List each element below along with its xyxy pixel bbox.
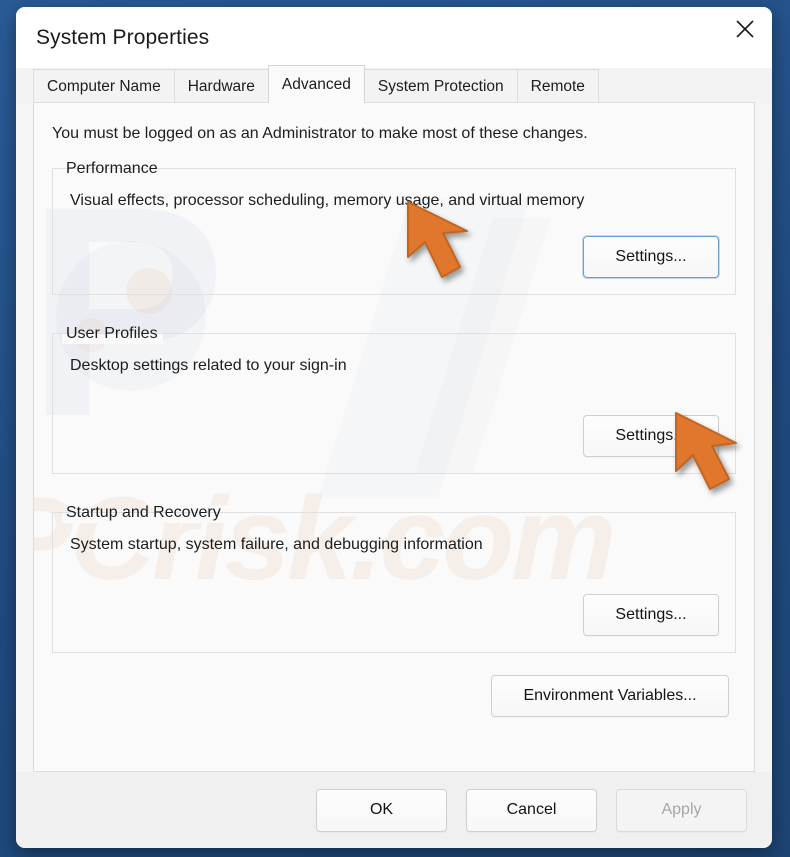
cancel-button[interactable]: Cancel [466,788,597,832]
group-description-performance: Visual effects, processor scheduling, me… [70,192,585,209]
close-icon[interactable] [718,7,772,51]
tab-label: Remote [530,77,585,95]
environment-variables-button[interactable]: Environment Variables... [491,675,729,717]
tab-label: Computer Name [47,77,161,95]
tab-label: Advanced [281,75,351,93]
tab-computer-name[interactable]: Computer Name [33,69,175,103]
group-title-performance: Performance [62,158,163,179]
tab-bar: Computer Name Hardware Advanced System P… [16,65,772,104]
group-performance: Performance Visual effects, processor sc… [52,160,736,295]
tab-label: Hardware [187,77,255,95]
user-profiles-settings-button[interactable]: Settings... [583,415,719,457]
tab-remote[interactable]: Remote [516,69,599,103]
tab-panel-advanced: P PCrisk.com You must be logged on as an… [33,103,755,772]
performance-settings-button[interactable]: Settings... [583,236,719,278]
apply-button: Apply [616,788,747,832]
system-properties-dialog: System Properties Computer Name Hardware… [16,7,772,848]
dialog-footer: OK Cancel Apply [16,772,772,848]
group-user-profiles: User Profiles Desktop settings related t… [52,325,736,474]
ok-button[interactable]: OK [316,788,447,832]
group-title-user-profiles: User Profiles [62,323,163,344]
tab-label: System Protection [377,77,504,95]
group-description-startup-recovery: System startup, system failure, and debu… [70,536,483,553]
tab-system-protection[interactable]: System Protection [363,69,518,103]
group-description-user-profiles: Desktop settings related to your sign-in [70,357,347,374]
startup-recovery-settings-button[interactable]: Settings... [583,594,719,636]
group-startup-recovery: Startup and Recovery System startup, sys… [52,504,736,653]
title-bar: System Properties [16,7,772,68]
administrator-notice: You must be logged on as an Administrato… [52,125,588,142]
tab-hardware[interactable]: Hardware [173,69,269,103]
group-title-startup-recovery: Startup and Recovery [62,502,226,523]
page-title: System Properties [36,25,210,49]
tab-advanced[interactable]: Advanced [267,65,365,104]
